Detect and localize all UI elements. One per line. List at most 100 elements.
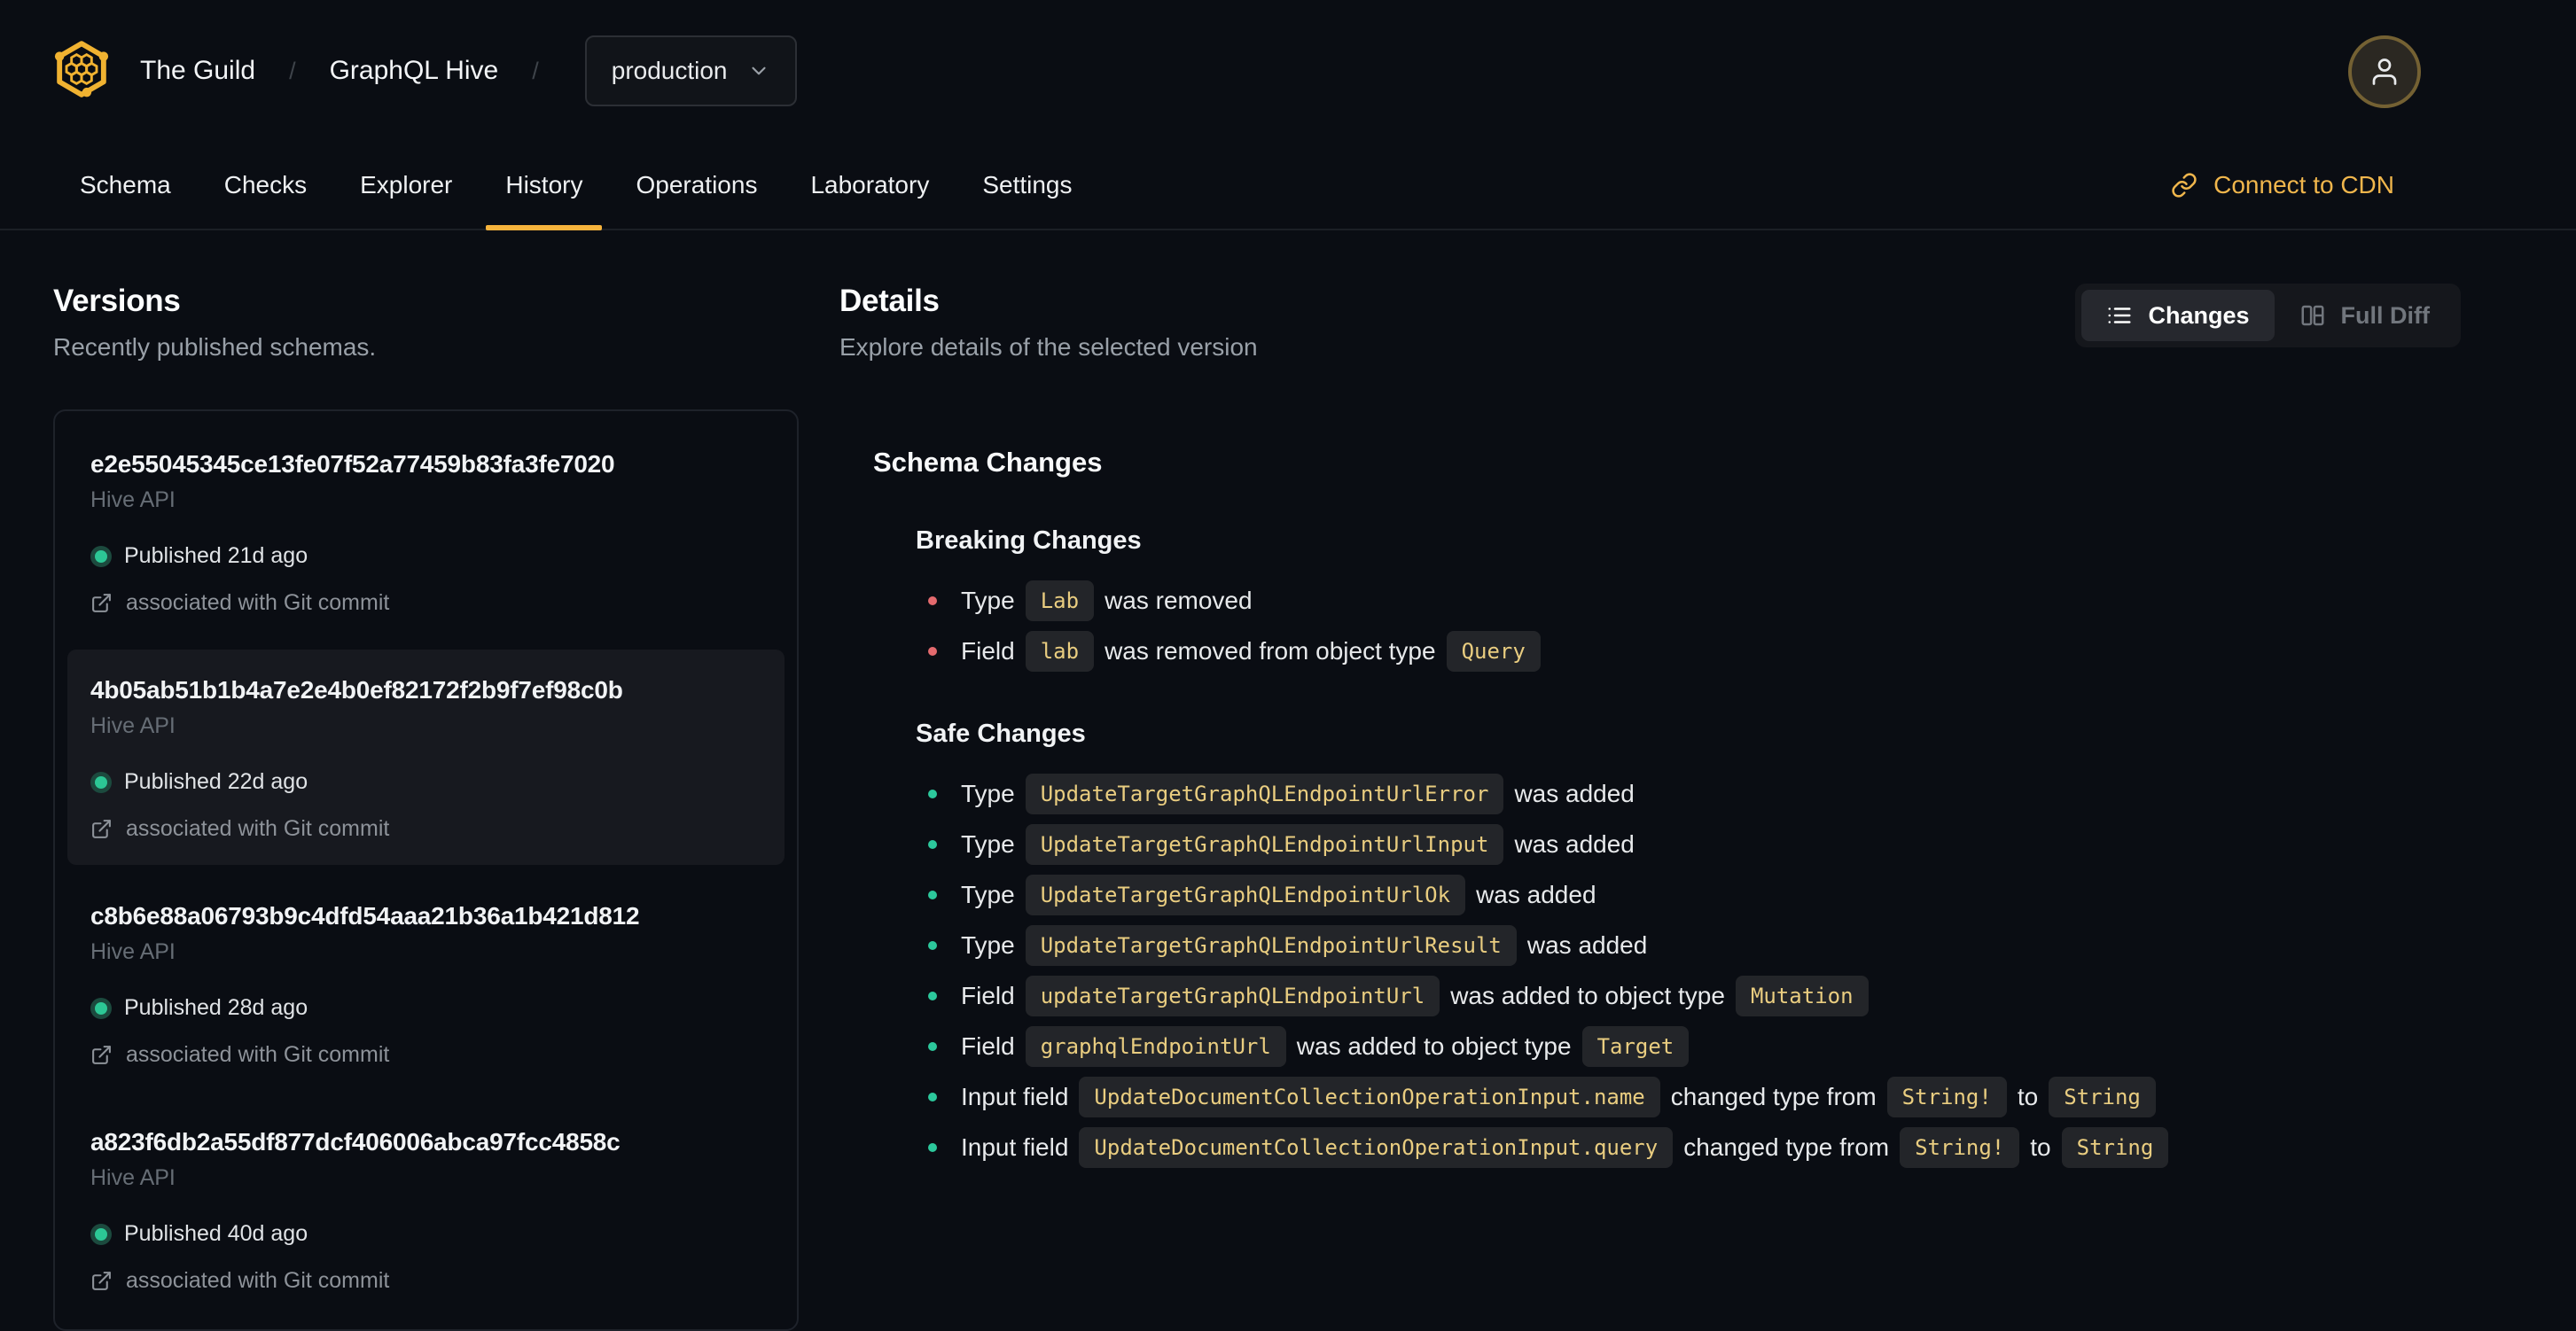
version-service: Hive API [90,487,176,512]
change-content: Type UpdateTargetGraphQLEndpointUrlInput w… [961,824,1635,865]
version-service: Hive API [90,713,176,738]
change-content: Field graphqlEndpointUrl was added to obje… [961,1026,1699,1067]
version-card[interactable]: c8b6e88a06793b9c4dfd54aaa21b36a1b421d812… [67,876,785,1091]
tab-explorer[interactable]: Explorer [333,142,479,229]
app-header: The Guild / GraphQL Hive / production [0,0,2576,142]
version-card[interactable]: e2e55045345ce13fe07f52a77459b83fa3fe7020… [67,424,785,639]
version-commit-link[interactable]: associated with Git commit [90,590,761,616]
details-header-text: Details Explore details of the selected … [839,284,1258,362]
change-content: Input field UpdateDocumentCollectionOpera… [961,1127,2179,1168]
external-link-icon [90,1044,113,1066]
full-diff-view-button[interactable]: Full Diff [2275,290,2455,341]
change-content: Type UpdateTargetGraphQLEndpointUrlOk was … [961,875,1596,915]
change-bullet-icon [928,941,937,950]
external-link-icon [90,592,113,614]
tab-checks[interactable]: Checks [198,142,333,229]
change-text: Type [961,587,1015,614]
change-row: Type Lab was removed [928,580,2523,621]
change-text: to [2030,1133,2051,1161]
change-content: Type Lab was removed [961,580,1253,621]
version-status: Published 28d ago [90,995,761,1021]
version-commit-link[interactable]: associated with Git commit [90,816,761,842]
tab-operations[interactable]: Operations [609,142,784,229]
tab-schema[interactable]: Schema [53,142,198,229]
published-dot-icon [95,549,107,563]
view-toggle: Changes Full Diff [2075,284,2461,347]
versions-subtitle: Recently published schemas. [53,333,377,361]
change-code-badge: Target [1581,1026,1690,1067]
change-text: to [2017,1083,2039,1110]
version-commit-label: associated with Git commit [126,1268,390,1293]
change-code-badge: UpdateTargetGraphQLEndpointUrlResult [1025,925,1517,966]
link-icon [2171,172,2197,198]
version-status: Published 22d ago [90,769,761,795]
change-text: Input field [961,1083,1069,1110]
hive-logo-icon[interactable] [53,39,110,104]
external-link-icon [90,1270,113,1292]
changes-view-button[interactable]: Changes [2081,290,2275,341]
change-text: was added to object type [1296,1032,1572,1060]
change-group-title: Safe Changes [916,720,1086,748]
change-row: Input field UpdateDocumentCollectionOpera… [928,1127,2523,1168]
change-code-badge: UpdateTargetGraphQLEndpointUrlError [1025,774,1504,814]
change-code-badge: String [2049,1077,2156,1117]
change-row: Input field UpdateDocumentCollectionOpera… [928,1077,2523,1117]
details-subtitle: Explore details of the selected version [839,333,1258,361]
change-text: Type [961,881,1015,908]
version-hash: 4b05ab51b1b4a7e2e4b0ef82172f2b9f7ef98c0b [90,676,623,704]
change-text: changed type from [1670,1083,1877,1110]
version-published: Published 22d ago [124,769,308,794]
version-commit-link[interactable]: associated with Git commit [90,1268,761,1294]
version-card[interactable]: 4b05ab51b1b4a7e2e4b0ef82172f2b9f7ef98c0b… [67,650,785,865]
version-card[interactable]: a823f6db2a55df877dcf406006abca97fcc4858c… [67,1101,785,1317]
version-hash: a823f6db2a55df877dcf406006abca97fcc4858c [90,1128,621,1156]
version-hash: c8b6e88a06793b9c4dfd54aaa21b36a1b421d812 [90,902,640,930]
environment-selector[interactable]: production [584,35,797,106]
change-row: Field graphqlEndpointUrl was added to obje… [928,1026,2523,1067]
change-content: Input field UpdateDocumentCollectionOpera… [961,1077,2166,1117]
tab-laboratory[interactable]: Laboratory [784,142,956,229]
schema-changes-section: Schema Changes Breaking Changes Type Lab w… [839,447,2523,1168]
user-avatar[interactable] [2348,35,2421,108]
change-text: Field [961,1032,1015,1060]
change-text: Type [961,780,1015,807]
change-row: Type UpdateTargetGraphQLEndpointUrlResult… [928,925,2523,966]
breadcrumb-separator: / [532,57,539,84]
published-dot-icon [95,775,107,789]
change-code-badge: updateTargetGraphQLEndpointUrl [1025,976,1440,1016]
tab-label: Settings [982,171,1073,198]
connect-cdn-link[interactable]: Connect to CDN [2171,171,2394,199]
change-group-title: Breaking Changes [916,526,1142,555]
external-link-icon [90,818,113,840]
schema-changes-groups: Breaking Changes Type Lab was removed Fiel… [873,526,2523,1168]
change-content: Type UpdateTargetGraphQLEndpointUrlResult… [961,925,1647,966]
change-row: Type UpdateTargetGraphQLEndpointUrlInput w… [928,824,2523,865]
safe-changes-group: Safe Changes Type UpdateTargetGraphQLEndp… [873,720,2523,1168]
breadcrumb-separator: / [289,57,296,84]
change-text: Type [961,931,1015,959]
change-list: Type Lab was removed Field lab was removed f… [916,580,2523,672]
version-status: Published 21d ago [90,543,761,569]
project-name[interactable]: GraphQL Hive [330,56,499,86]
tab-history[interactable]: History [479,142,609,230]
org-name[interactable]: The Guild [140,56,255,86]
change-text: Field [961,982,1015,1009]
change-text: was added [1514,780,1635,807]
change-content: Field lab was removed from object type Quer… [961,631,1551,672]
version-commit-label: associated with Git commit [126,816,390,841]
chevron-down-icon [747,59,770,82]
change-bullet-icon [928,647,937,656]
columns-icon [2299,302,2326,329]
change-code-badge: lab [1025,631,1095,672]
tab-settings[interactable]: Settings [956,142,1098,229]
version-commit-link[interactable]: associated with Git commit [90,1042,761,1068]
main-content: Versions Recently published schemas. e2e… [0,230,2576,1331]
version-published: Published 21d ago [124,543,308,568]
change-code-badge: String! [1900,1127,2020,1168]
version-published: Published 28d ago [124,995,308,1020]
tab-label: Laboratory [810,171,930,198]
version-commit-label: associated with Git commit [126,1042,390,1067]
change-text: was removed from object type [1105,637,1436,665]
tab-label: History [505,171,583,198]
change-bullet-icon [928,840,937,849]
